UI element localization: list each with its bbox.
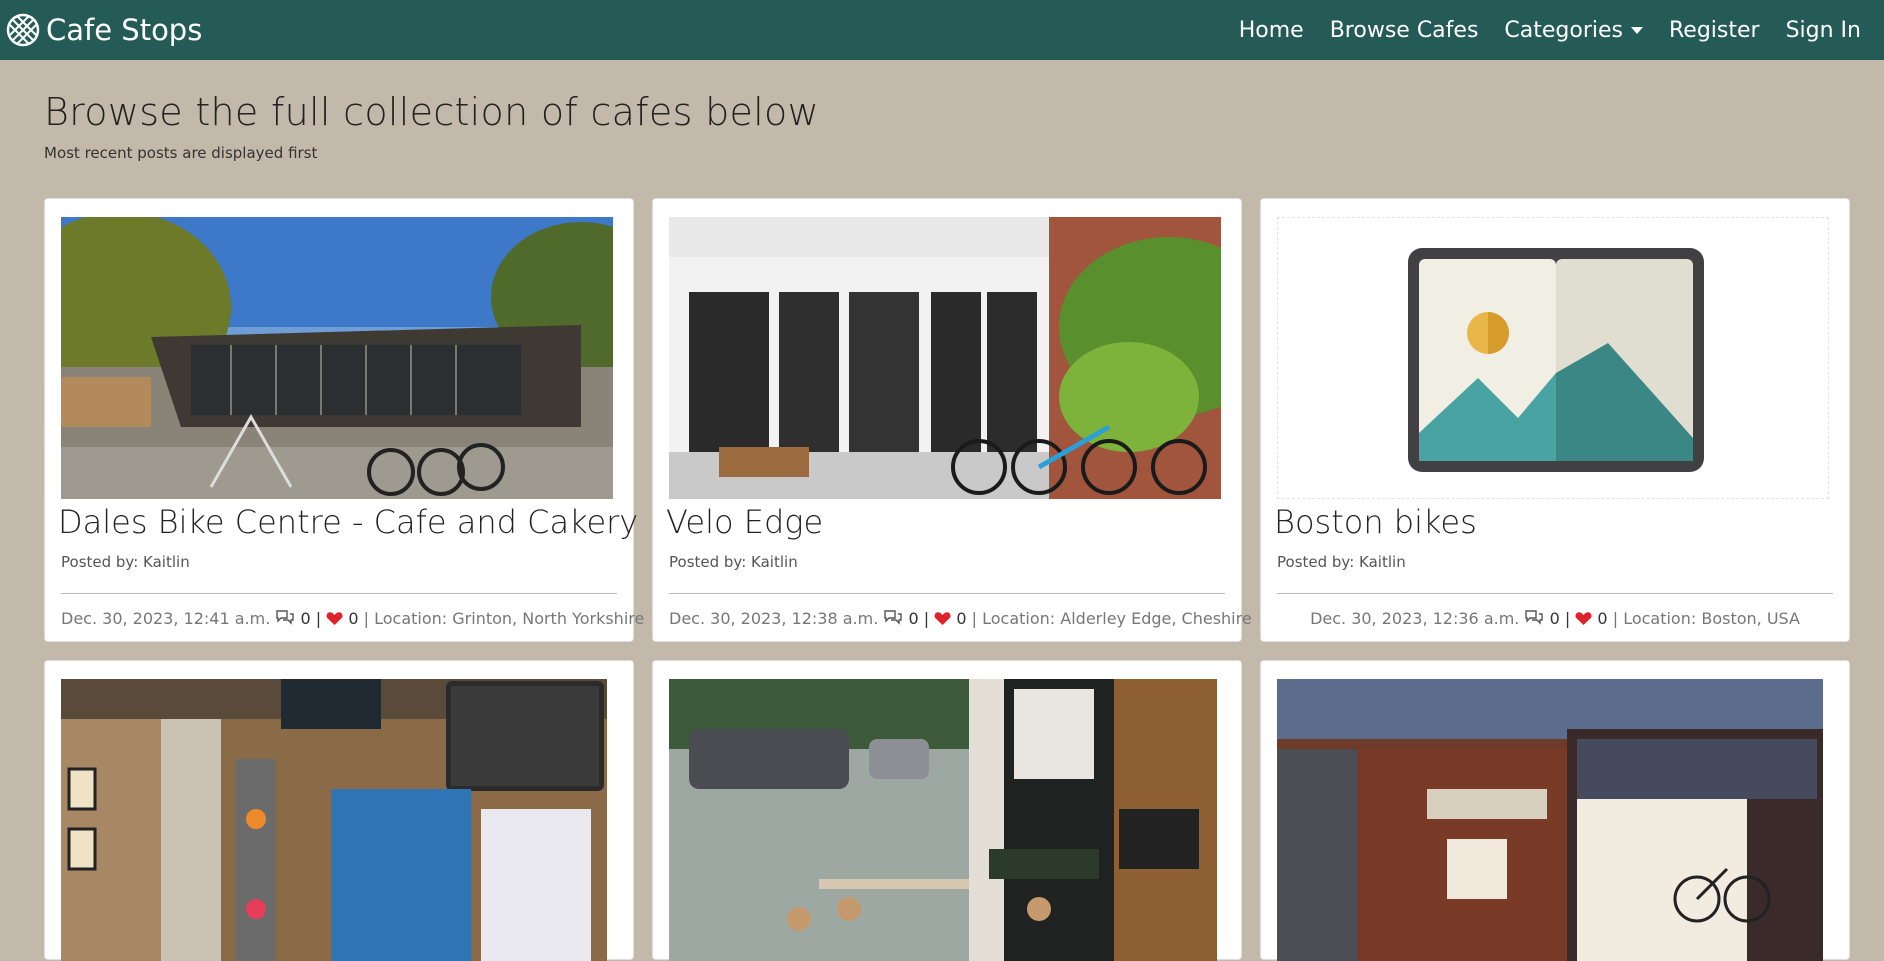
cafe-photo-dales-bike-centre[interactable]: [61, 217, 613, 499]
separator: |: [315, 609, 322, 628]
separator: |: [1564, 609, 1571, 628]
card-footer: Dec. 30, 2023, 12:36 a.m. 0 | 0 | Locati…: [1277, 594, 1833, 628]
author-name: Kaitlin: [143, 553, 190, 571]
main-content: Browse the full collection of cafes belo…: [0, 60, 1884, 961]
location-label: Location:: [374, 609, 448, 628]
location-value: Boston, USA: [1701, 609, 1800, 628]
cafe-photo-placeholder[interactable]: [1277, 217, 1829, 499]
cafe-title[interactable]: Boston bikes: [1274, 503, 1833, 541]
cafe-photo-window-interior[interactable]: [669, 679, 1217, 961]
cafe-card[interactable]: [44, 660, 634, 961]
posted-by-label: Posted by:: [1277, 553, 1355, 571]
separator: |: [1612, 609, 1619, 628]
like-count: 0: [1597, 609, 1608, 628]
separator: |: [923, 609, 930, 628]
nav-browse-cafes[interactable]: Browse Cafes: [1317, 18, 1492, 43]
cafe-photo-workshop[interactable]: [61, 679, 607, 961]
cafe-card[interactable]: Velo Edge Posted by: Kaitlin Dec. 30, 20…: [652, 198, 1252, 642]
heart-icon: [326, 612, 343, 625]
cafe-author: Posted by: Kaitlin: [669, 553, 1225, 571]
cafe-author: Posted by: Kaitlin: [61, 553, 617, 571]
post-date: Dec. 30, 2023, 12:41 a.m.: [61, 609, 271, 628]
like-count: 0: [348, 609, 359, 628]
post-date: Dec. 30, 2023, 12:36 a.m.: [1310, 609, 1520, 628]
heart-icon: [1575, 612, 1592, 625]
location-label: Location:: [982, 609, 1056, 628]
posted-by-label: Posted by:: [669, 553, 747, 571]
cafe-card[interactable]: [1260, 660, 1850, 961]
page-title: Browse the full collection of cafes belo…: [44, 90, 819, 134]
nav-register[interactable]: Register: [1656, 18, 1773, 43]
cafe-photo-lifecycles[interactable]: [1277, 679, 1823, 961]
bike-wheel-logo-icon: [6, 13, 40, 47]
image-placeholder-icon: [1278, 218, 1828, 498]
nav-categories-dropdown[interactable]: Categories: [1491, 18, 1656, 43]
author-name: Kaitlin: [1359, 553, 1406, 571]
cafe-grid: Dales Bike Centre - Cafe and Cakery Post…: [44, 198, 1850, 961]
brand-link[interactable]: Cafe Stops: [6, 13, 202, 47]
comment-count: 0: [1549, 609, 1560, 628]
card-footer: Dec. 30, 2023, 12:41 a.m. 0 | 0 | Locati…: [61, 594, 644, 628]
cafe-card[interactable]: [652, 660, 1242, 961]
location-label: Location:: [1623, 609, 1697, 628]
navbar: Cafe Stops Home Browse Cafes Categories …: [0, 0, 1884, 60]
location-value: Alderley Edge, Cheshire: [1060, 609, 1252, 628]
separator: |: [363, 609, 370, 628]
brand-name: Cafe Stops: [46, 13, 203, 47]
cafe-title[interactable]: Velo Edge: [666, 503, 1225, 541]
comment-count: 0: [908, 609, 919, 628]
card-footer: Dec. 30, 2023, 12:38 a.m. 0 | 0 | Locati…: [669, 594, 1252, 628]
cafe-card[interactable]: Dales Bike Centre - Cafe and Cakery Post…: [44, 198, 644, 642]
post-date: Dec. 30, 2023, 12:38 a.m.: [669, 609, 879, 628]
comments-icon: [884, 610, 903, 625]
nav-home[interactable]: Home: [1226, 18, 1317, 43]
comments-icon: [276, 610, 295, 625]
cafe-title[interactable]: Dales Bike Centre - Cafe and Cakery: [58, 503, 638, 541]
nav-sign-in[interactable]: Sign In: [1773, 18, 1874, 43]
nav-links: Home Browse Cafes Categories Register Si…: [1226, 18, 1874, 43]
posted-by-label: Posted by:: [61, 553, 139, 571]
separator: |: [971, 609, 978, 628]
comments-icon: [1525, 610, 1544, 625]
like-count: 0: [956, 609, 967, 628]
nav-categories-label: Categories: [1504, 17, 1623, 43]
location-value: Grinton, North Yorkshire: [452, 609, 645, 628]
comment-count: 0: [300, 609, 311, 628]
caret-down-icon: [1631, 26, 1643, 34]
page-subtitle: Most recent posts are displayed first: [44, 144, 318, 162]
author-name: Kaitlin: [751, 553, 798, 571]
cafe-author: Posted by: Kaitlin: [1277, 553, 1833, 571]
heart-icon: [934, 612, 951, 625]
cafe-card[interactable]: Boston bikes Posted by: Kaitlin Dec. 30,…: [1260, 198, 1850, 642]
cafe-photo-velo-edge[interactable]: [669, 217, 1221, 499]
